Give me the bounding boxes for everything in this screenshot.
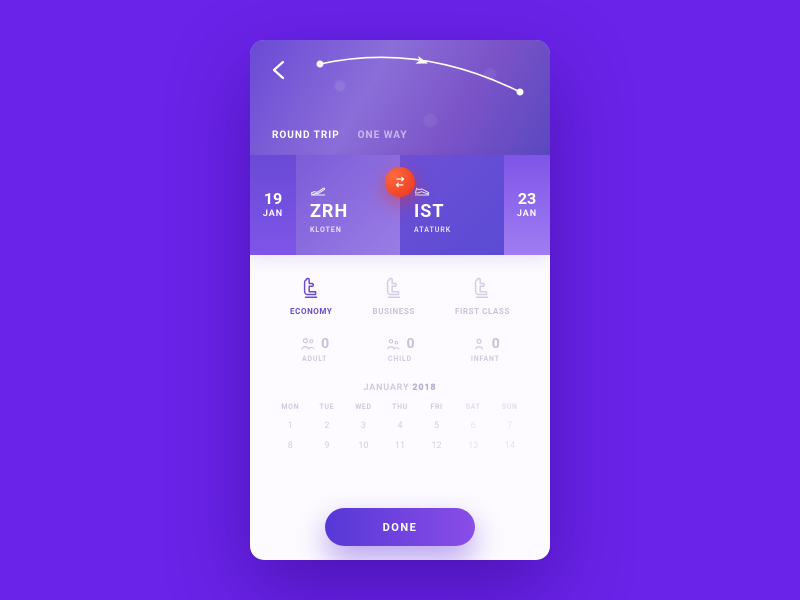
plane-takeoff-icon	[310, 181, 326, 197]
child-group-icon	[385, 336, 401, 352]
calendar-day[interactable]: 2	[309, 413, 346, 431]
depart-date-chip[interactable]: 19 JAN	[250, 155, 296, 255]
return-day: 23	[518, 191, 536, 207]
back-button[interactable]	[268, 58, 292, 82]
seat-icon	[471, 277, 493, 301]
cabin-business[interactable]: BUSINESS	[373, 277, 415, 316]
calendar-dow: TUE	[309, 403, 346, 411]
calendar-month: JANUARY	[364, 383, 410, 393]
seat-icon	[383, 277, 405, 301]
pax-child[interactable]: 0 CHILD	[385, 336, 414, 363]
header: ROUND TRIP ONE WAY	[250, 40, 550, 155]
calendar-title: JANUARY 2018	[250, 383, 550, 393]
calendar-dow: FRI	[418, 403, 455, 411]
destination-card[interactable]: IST ATATURK	[400, 155, 504, 255]
pax-infant[interactable]: 0 INFANT	[471, 336, 500, 363]
calendar-day[interactable]: 11	[382, 433, 419, 451]
calendar-day[interactable]: 3	[345, 413, 382, 431]
swap-icon	[393, 175, 407, 189]
pax-child-label: CHILD	[388, 355, 412, 363]
calendar-year: 2018	[412, 383, 436, 393]
calendar-day[interactable]: 12	[418, 433, 455, 451]
pax-adult-count: 0	[321, 336, 329, 352]
pax-infant-count: 0	[492, 336, 500, 352]
pax-adult-label: ADULT	[302, 355, 327, 363]
tab-one-way[interactable]: ONE WAY	[358, 130, 408, 141]
cabin-first-label: FIRST CLASS	[455, 307, 510, 316]
cabin-class-row: ECONOMY BUSINESS FIRST CLASS	[250, 255, 550, 330]
origin-card[interactable]: ZRH KLOTEN	[296, 155, 400, 255]
return-month: JAN	[517, 209, 537, 219]
swap-button[interactable]	[385, 167, 415, 197]
flight-booking-screen: ROUND TRIP ONE WAY 19 JAN ZRH KLOTEN IST…	[250, 40, 550, 560]
calendar-day[interactable]: 7	[491, 413, 528, 431]
pax-adult[interactable]: 0 ADULT	[300, 336, 329, 363]
done-button[interactable]: DONE	[325, 508, 475, 546]
return-date-chip[interactable]: 23 JAN	[504, 155, 550, 255]
origin-airport: KLOTEN	[310, 226, 386, 234]
seat-icon	[300, 277, 322, 301]
calendar-day[interactable]: 9	[309, 433, 346, 451]
cabin-economy[interactable]: ECONOMY	[290, 277, 332, 316]
calendar-day[interactable]: 10	[345, 433, 382, 451]
calendar-day[interactable]: 8	[272, 433, 309, 451]
calendar-day[interactable]: 1	[272, 413, 309, 431]
calendar-dow: WED	[345, 403, 382, 411]
origin-code: ZRH	[310, 201, 386, 222]
pax-child-count: 0	[406, 336, 414, 352]
calendar-dow: SUN	[491, 403, 528, 411]
calendar-day[interactable]: 5	[418, 413, 455, 431]
trip-type-tabs: ROUND TRIP ONE WAY	[272, 130, 408, 141]
adult-group-icon	[300, 336, 316, 352]
infant-icon	[471, 336, 487, 352]
passenger-row: 0 ADULT 0 CHILD 0 INFANT	[250, 330, 550, 379]
flight-path-icon	[310, 52, 530, 102]
calendar-day[interactable]: 6	[455, 413, 492, 431]
calendar-day[interactable]: 4	[382, 413, 419, 431]
plane-landing-icon	[414, 181, 430, 197]
destination-code: IST	[414, 201, 490, 222]
calendar-day[interactable]: 13	[455, 433, 492, 451]
back-arrow-icon	[268, 58, 292, 82]
calendar-dow: SAT	[455, 403, 492, 411]
calendar-day[interactable]: 14	[491, 433, 528, 451]
depart-month: JAN	[263, 209, 283, 219]
tab-round-trip[interactable]: ROUND TRIP	[272, 130, 340, 141]
calendar-dow: THU	[382, 403, 419, 411]
destination-airport: ATATURK	[414, 226, 490, 234]
pax-infant-label: INFANT	[471, 355, 500, 363]
depart-day: 19	[264, 191, 282, 207]
cabin-first[interactable]: FIRST CLASS	[455, 277, 510, 316]
calendar-dow: MON	[272, 403, 309, 411]
cabin-business-label: BUSINESS	[373, 307, 415, 316]
route-row: 19 JAN ZRH KLOTEN IST ATATURK 23 JAN	[250, 155, 550, 255]
calendar-grid: MONTUEWEDTHUFRISATSUN1234567891011121314	[250, 393, 550, 453]
cabin-economy-label: ECONOMY	[290, 307, 332, 316]
